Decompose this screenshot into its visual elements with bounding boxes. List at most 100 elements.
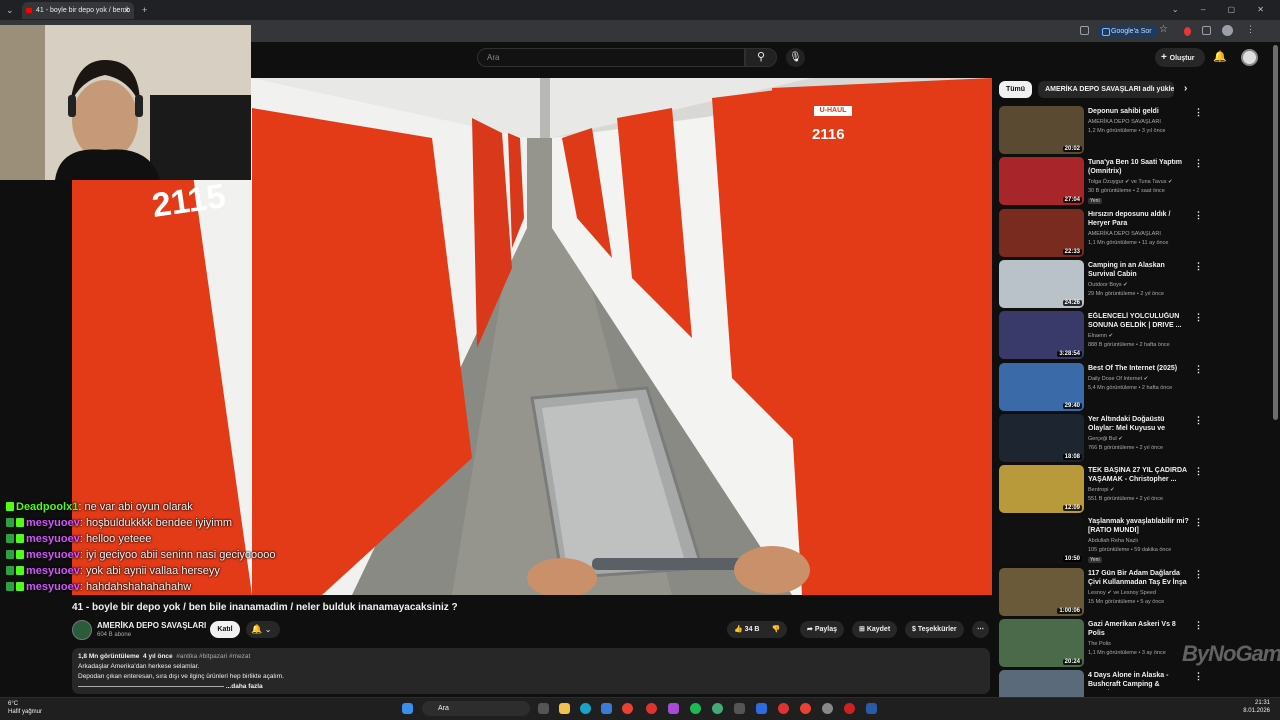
- chrome-alt-icon[interactable]: [800, 703, 811, 714]
- channel-name[interactable]: Bentropi ✔: [1088, 487, 1115, 493]
- task-view-icon[interactable]: [538, 703, 549, 714]
- browser-tab[interactable]: 41 - boyle bir depo yok / ben b ✕: [22, 2, 134, 19]
- video-title[interactable]: 4 Days Alone in Alaska - Bushcraft Campi…: [1088, 671, 1192, 690]
- more-options-icon[interactable]: ⋮: [1194, 620, 1203, 631]
- notifications-bell-icon[interactable]: 🔔: [1213, 50, 1227, 63]
- search-button[interactable]: ⚲: [745, 48, 777, 67]
- thanks-button[interactable]: $ Teşekkürler: [905, 621, 964, 638]
- obs-icon[interactable]: [778, 703, 789, 714]
- channel-name[interactable]: AMERİKA DEPO SAVAŞLARI: [1088, 231, 1161, 237]
- video-title[interactable]: Hırsızın deposunu aldık / Heryer Para: [1088, 210, 1192, 228]
- video-thumbnail[interactable]: 18:08: [999, 413, 1084, 462]
- menu-icon[interactable]: ⋮: [1246, 24, 1255, 35]
- channel-name[interactable]: AMERİKA DEPO SAVAŞLARI: [1088, 119, 1161, 125]
- channel-name[interactable]: Outdoor Boys ✔: [1088, 282, 1128, 288]
- recommended-video[interactable]: 29:40 Best Of The Internet (2025) Daily Do…: [999, 362, 1269, 413]
- channel-name[interactable]: Elraenn ✔: [1088, 333, 1113, 339]
- video-title[interactable]: Yaşlanmak yavaşlatılabilir mi? [RATIO MU…: [1088, 517, 1192, 535]
- account-avatar[interactable]: [1241, 49, 1258, 66]
- thumbs-down-icon[interactable]: 👎: [771, 626, 780, 633]
- video-thumbnail[interactable]: 27:04: [999, 157, 1084, 206]
- video-thumbnail[interactable]: 3:28:54: [999, 311, 1084, 360]
- description-box[interactable]: 1,8 Mn görüntüleme 4 yıl önce #antika #b…: [72, 648, 990, 694]
- recommended-video[interactable]: 12:09 TEK BAŞINA 27 YIL ÇADIRDA YAŞAMAK -…: [999, 465, 1269, 515]
- channel-name[interactable]: Daily Dose Of Internet ✔: [1088, 376, 1148, 382]
- chip-all[interactable]: Tümü: [999, 81, 1033, 98]
- video-thumbnail[interactable]: 20:24: [999, 619, 1084, 667]
- bookmark-star-icon[interactable]: ☆: [1159, 24, 1168, 35]
- more-options-icon[interactable]: ⋮: [1194, 364, 1203, 375]
- video-title[interactable]: Gazi Amerikan Askeri Vs 8 Polis: [1088, 620, 1192, 638]
- extensions-puzzle-icon[interactable]: [1202, 26, 1211, 35]
- edge-icon[interactable]: [580, 703, 591, 714]
- recommended-video[interactable]: 22:33 Hırsızın deposunu aldık / Heryer Pa…: [999, 208, 1269, 259]
- recommended-video[interactable]: 1:00:06 117 Gün Bir Adam Dağlarda Çivi Ku…: [999, 567, 1269, 618]
- recommended-video[interactable]: 18:08 Yer Altındaki Doğaüstü Olaylar: Mel…: [999, 413, 1269, 464]
- store-icon[interactable]: [601, 703, 612, 714]
- profile-icon[interactable]: [1222, 25, 1233, 36]
- video-thumbnail[interactable]: 1:00:06: [999, 567, 1084, 616]
- app-icon[interactable]: [668, 703, 679, 714]
- channel-name[interactable]: The Polis: [1088, 641, 1111, 647]
- chip-uploader[interactable]: AMERİKA DEPO SAVAŞLARI adlı yükleyiciden: [1038, 81, 1175, 98]
- more-options-icon[interactable]: ⋮: [1194, 312, 1203, 323]
- channel-name[interactable]: Lesnoy ✔ ve Lesnoy Speed: [1088, 590, 1156, 596]
- youtube-app-icon[interactable]: [646, 703, 657, 714]
- chips-next-icon[interactable]: ›: [1184, 83, 1187, 94]
- recommended-video[interactable]: 27:04 Tuna'ya Ben 10 Saati Yaptım (Omnitr…: [999, 157, 1269, 207]
- video-thumbnail[interactable]: 29:40: [999, 362, 1084, 411]
- recommended-video[interactable]: 20:02 Deponun sahibi geldi AMERİKA DEPO SA…: [999, 106, 1269, 156]
- subscription-bell-button[interactable]: 🔔 ⌄: [246, 621, 280, 638]
- channel-name[interactable]: Abdullah Reha Nazlı: [1088, 538, 1138, 544]
- like-button[interactable]: 👍 34 B 👎: [727, 621, 788, 638]
- extension-icon[interactable]: [1184, 27, 1191, 36]
- steam-icon[interactable]: [866, 703, 877, 714]
- channel-name[interactable]: Tolga Özuygur ✔ ve Tuna Tavus ✔: [1088, 179, 1173, 185]
- weather-widget[interactable]: 6°C Hafif yağmur: [8, 700, 42, 716]
- video-title[interactable]: Camping in an Alaskan Survival Cabin: [1088, 261, 1192, 279]
- cast-icon[interactable]: [1080, 26, 1089, 35]
- search-input[interactable]: Ara: [477, 48, 745, 67]
- taskbar-search[interactable]: Ara: [422, 701, 530, 716]
- video-thumbnail[interactable]: 20:02: [999, 106, 1084, 154]
- tab-list-icon[interactable]: ⌄: [6, 0, 14, 20]
- video-thumbnail[interactable]: 24:26: [999, 259, 1084, 308]
- page-scrollbar[interactable]: [1273, 45, 1278, 420]
- join-button[interactable]: Katıl: [210, 621, 240, 638]
- more-actions-button[interactable]: ⋯: [972, 621, 989, 638]
- new-tab-button[interactable]: +: [142, 0, 147, 20]
- chrome-profile-icon[interactable]: [712, 703, 723, 714]
- recording-app-icon[interactable]: [844, 703, 855, 714]
- window-controls[interactable]: ⌄ – ▢ ✕: [1172, 0, 1274, 20]
- channel-name[interactable]: Gerçeği Bul ✔: [1088, 436, 1123, 442]
- video-title[interactable]: Best Of The Internet (2025): [1088, 364, 1192, 373]
- more-options-icon[interactable]: ⋮: [1194, 210, 1203, 221]
- more-options-icon[interactable]: ⋮: [1194, 261, 1203, 272]
- share-button[interactable]: ➦ Paylaş: [800, 621, 844, 638]
- spotify-icon[interactable]: [690, 703, 701, 714]
- more-options-icon[interactable]: ⋮: [1194, 466, 1203, 477]
- save-button[interactable]: ⊞ Kaydet: [852, 621, 898, 638]
- video-title[interactable]: Deponun sahibi geldi: [1088, 107, 1192, 116]
- google-sor-button[interactable]: Google'a Sor: [1098, 25, 1158, 38]
- start-button-icon[interactable]: [402, 703, 413, 714]
- channel-avatar[interactable]: [72, 620, 92, 640]
- calculator-icon[interactable]: [734, 703, 745, 714]
- show-more-link[interactable]: ...daha fazla: [226, 683, 263, 690]
- more-options-icon[interactable]: ⋮: [1194, 569, 1203, 580]
- github-icon[interactable]: [822, 703, 833, 714]
- create-button[interactable]: + Oluştur: [1155, 48, 1205, 67]
- video-thumbnail[interactable]: 12:09: [999, 465, 1084, 514]
- close-tab-icon[interactable]: ✕: [123, 2, 130, 19]
- more-options-icon[interactable]: ⋮: [1194, 415, 1203, 426]
- file-explorer-icon[interactable]: [559, 703, 570, 714]
- video-title[interactable]: Tuna'ya Ben 10 Saati Yaptım (Omnitrix): [1088, 158, 1192, 176]
- more-options-icon[interactable]: ⋮: [1194, 517, 1203, 528]
- video-title[interactable]: 117 Gün Bir Adam Dağlarda Çivi Kullanmad…: [1088, 569, 1192, 588]
- video-thumbnail[interactable]: 10:50: [999, 516, 1084, 565]
- video-title[interactable]: EĞLENCELİ YOLCULUĞUN SONUNA GELDİK | DRI…: [1088, 312, 1192, 330]
- more-options-icon[interactable]: ⋮: [1194, 107, 1203, 118]
- recommended-video[interactable]: 10:50 Yaşlanmak yavaşlatılabilir mi? [RAT…: [999, 516, 1269, 566]
- recommended-video[interactable]: 3:28:54 EĞLENCELİ YOLCULUĞUN SONUNA GELDİ…: [999, 311, 1269, 361]
- system-clock[interactable]: 21:31 8.01.2026: [1230, 699, 1270, 715]
